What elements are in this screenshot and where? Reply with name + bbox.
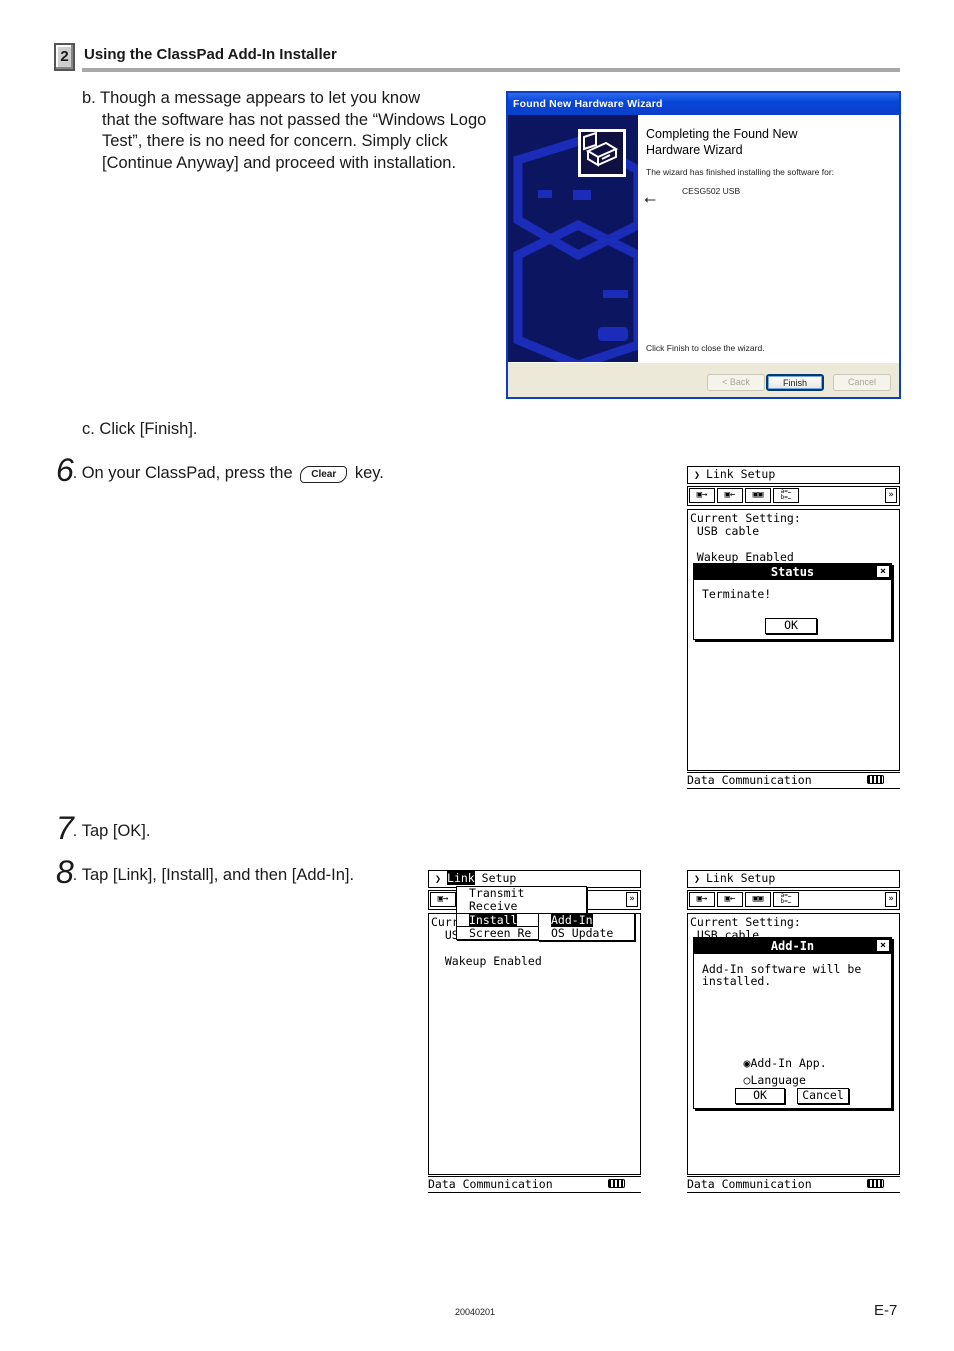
toolbar: ▣→ ▣← ▣▣ a=… b=… » [687, 890, 900, 910]
dialog-title-text: Status [770, 565, 815, 579]
dialog-message: Terminate! [702, 587, 772, 601]
wizard-side-banner [508, 115, 638, 362]
status-bar: Data Communication [428, 1176, 641, 1193]
ok-button[interactable]: OK [735, 1088, 785, 1104]
link-icon[interactable]: ▣▣ [745, 488, 771, 503]
status-dialog: Status × Terminate! OK [693, 563, 892, 640]
step-b-rest: that the software has not passed the “Wi… [102, 110, 487, 172]
menu-link[interactable]: Link [447, 871, 475, 885]
link-icon[interactable]: ▣▣ [745, 892, 771, 907]
step-6: 6. On your ClassPad, press the Clear key… [56, 452, 384, 488]
back-button[interactable]: < Back [707, 374, 765, 391]
toolbar-scroll-icon[interactable]: » [885, 892, 897, 907]
wizard-subtitle: The wizard has finished installing the s… [646, 167, 835, 177]
section-number: 2 [54, 43, 75, 71]
battery-icon [608, 1179, 625, 1188]
battery-icon [867, 775, 884, 784]
classpad-screen-add-in: ❯ Link Setup ▣→ ▣← ▣▣ a=… b=… » Current S… [687, 870, 901, 1195]
cancel-button[interactable]: Cancel [797, 1088, 849, 1104]
step-7: 7. Tap [OK]. [56, 810, 151, 846]
section-title: Using the ClassPad Add-In Installer [84, 46, 337, 63]
step-c-text: c. Click [Finish]. [82, 420, 198, 438]
document-code: 20040201 [455, 1307, 496, 1317]
settings-icon[interactable]: a=… b=… [773, 488, 799, 503]
wizard-content: Completing the Found New Hardware Wizard… [638, 115, 899, 362]
step-6-text-before: On your ClassPad, press the [81, 464, 293, 482]
menu-bar: ❯ Link Setup [687, 870, 900, 888]
radio-label: Language [750, 1073, 806, 1087]
toolbar-scroll-icon[interactable]: » [885, 488, 897, 503]
dialog-message: Add-In software will be installed. [702, 962, 862, 988]
classpad-screen-status: ❯ Link Setup ▣→ ▣← ▣▣ a=… b=… » Current S… [687, 466, 901, 791]
battery-icon [867, 1179, 884, 1188]
finish-button[interactable]: Finish [766, 374, 824, 391]
device-name: CESG502 USB [682, 186, 741, 196]
menu-item-install-label: Install [469, 913, 518, 927]
current-setting-text: Current Setting: USB cable Wakeup Enable… [687, 509, 900, 771]
receive-icon[interactable]: ▣← [717, 892, 743, 907]
menu-title[interactable]: Link Setup [706, 467, 775, 481]
status-bar: Data Communication [687, 772, 900, 789]
step-number: 8 [56, 854, 74, 890]
menu-chevron-icon[interactable]: ❯ [435, 874, 441, 885]
status-bar-text: Data Communication [428, 1177, 553, 1191]
cancel-button[interactable]: Cancel [833, 374, 891, 391]
wizard-heading: Completing the Found New Hardware Wizard [646, 126, 797, 158]
transmit-icon[interactable]: ▣→ [430, 892, 456, 907]
dialog-title: Add-In × [694, 938, 891, 954]
step-6-text-after: key. [354, 464, 384, 482]
toolbar-scroll-icon[interactable]: » [626, 892, 638, 907]
status-bar: Data Communication [687, 1176, 900, 1193]
found-new-hardware-wizard: Found New Hardware Wizard Completing the… [506, 91, 901, 399]
section-header: 2 Using the ClassPad Add-In Installer [54, 43, 900, 73]
settings-icon[interactable]: a=… b=… [773, 892, 799, 907]
usb-icon: ⭠ [644, 191, 657, 208]
menu-chevron-icon[interactable]: ❯ [694, 874, 700, 885]
step-8-text: Tap [Link], [Install], and then [Add-In]… [81, 866, 355, 884]
submenu-item-os-update[interactable]: OS Update [539, 927, 634, 940]
current-setting-text: Curr US Wakeup Enabled [428, 913, 641, 1175]
wizard-heading-line2: Hardware Wizard [646, 143, 743, 157]
wizard-close-hint: Click Finish to close the wizard. [646, 343, 765, 353]
transmit-icon[interactable]: ▣→ [689, 488, 715, 503]
transmit-icon[interactable]: ▣→ [689, 892, 715, 907]
toolbar: ▣→ ▣← ▣▣ a=… b=… » [687, 486, 900, 506]
hardware-wizard-icon [578, 129, 626, 177]
menu-item-receive[interactable]: Receive [457, 900, 586, 913]
close-icon[interactable]: × [877, 566, 889, 577]
receive-icon[interactable]: ▣← [717, 488, 743, 503]
wizard-heading-line1: Completing the Found New [646, 127, 798, 141]
wizard-title-bar: Found New Hardware Wizard [508, 93, 899, 115]
step-number: 6 [56, 452, 74, 488]
header-rule [82, 68, 900, 72]
step-b-first-line: b. Though a message appears to let you k… [82, 89, 421, 107]
install-submenu: Add-In OS Update [538, 913, 635, 941]
status-bar-text: Data Communication [687, 1177, 812, 1191]
dialog-title-text: Add-In [770, 939, 815, 953]
menu-setup[interactable]: Setup [482, 871, 517, 885]
ok-button[interactable]: OK [765, 618, 817, 634]
step-7-text: Tap [OK]. [81, 822, 151, 840]
menu-chevron-icon[interactable]: ❯ [694, 470, 700, 481]
step-number: 7 [56, 810, 74, 846]
add-in-dialog: Add-In × Add-In software will be install… [693, 937, 892, 1109]
status-bar-text: Data Communication [687, 773, 812, 787]
page-number: E-7 [874, 1302, 898, 1319]
clear-key-icon: Clear [300, 466, 348, 483]
step-8: 8. Tap [Link], [Install], and then [Add-… [56, 854, 355, 890]
close-icon[interactable]: × [877, 940, 889, 951]
submenu-item-add-in-label: Add-In [551, 913, 593, 927]
dialog-title: Status × [694, 564, 891, 580]
menu-title[interactable]: Link Setup [706, 871, 775, 885]
step-b-paragraph: b. Though a message appears to let you k… [82, 88, 502, 174]
menu-bar: ❯ Link Setup [687, 466, 900, 484]
wizard-footer: < Back Finish Cancel [508, 362, 899, 397]
classpad-screen-menu: ❯ Link Setup ▣→ » Curr US Wakeup Enabled … [428, 870, 642, 1195]
